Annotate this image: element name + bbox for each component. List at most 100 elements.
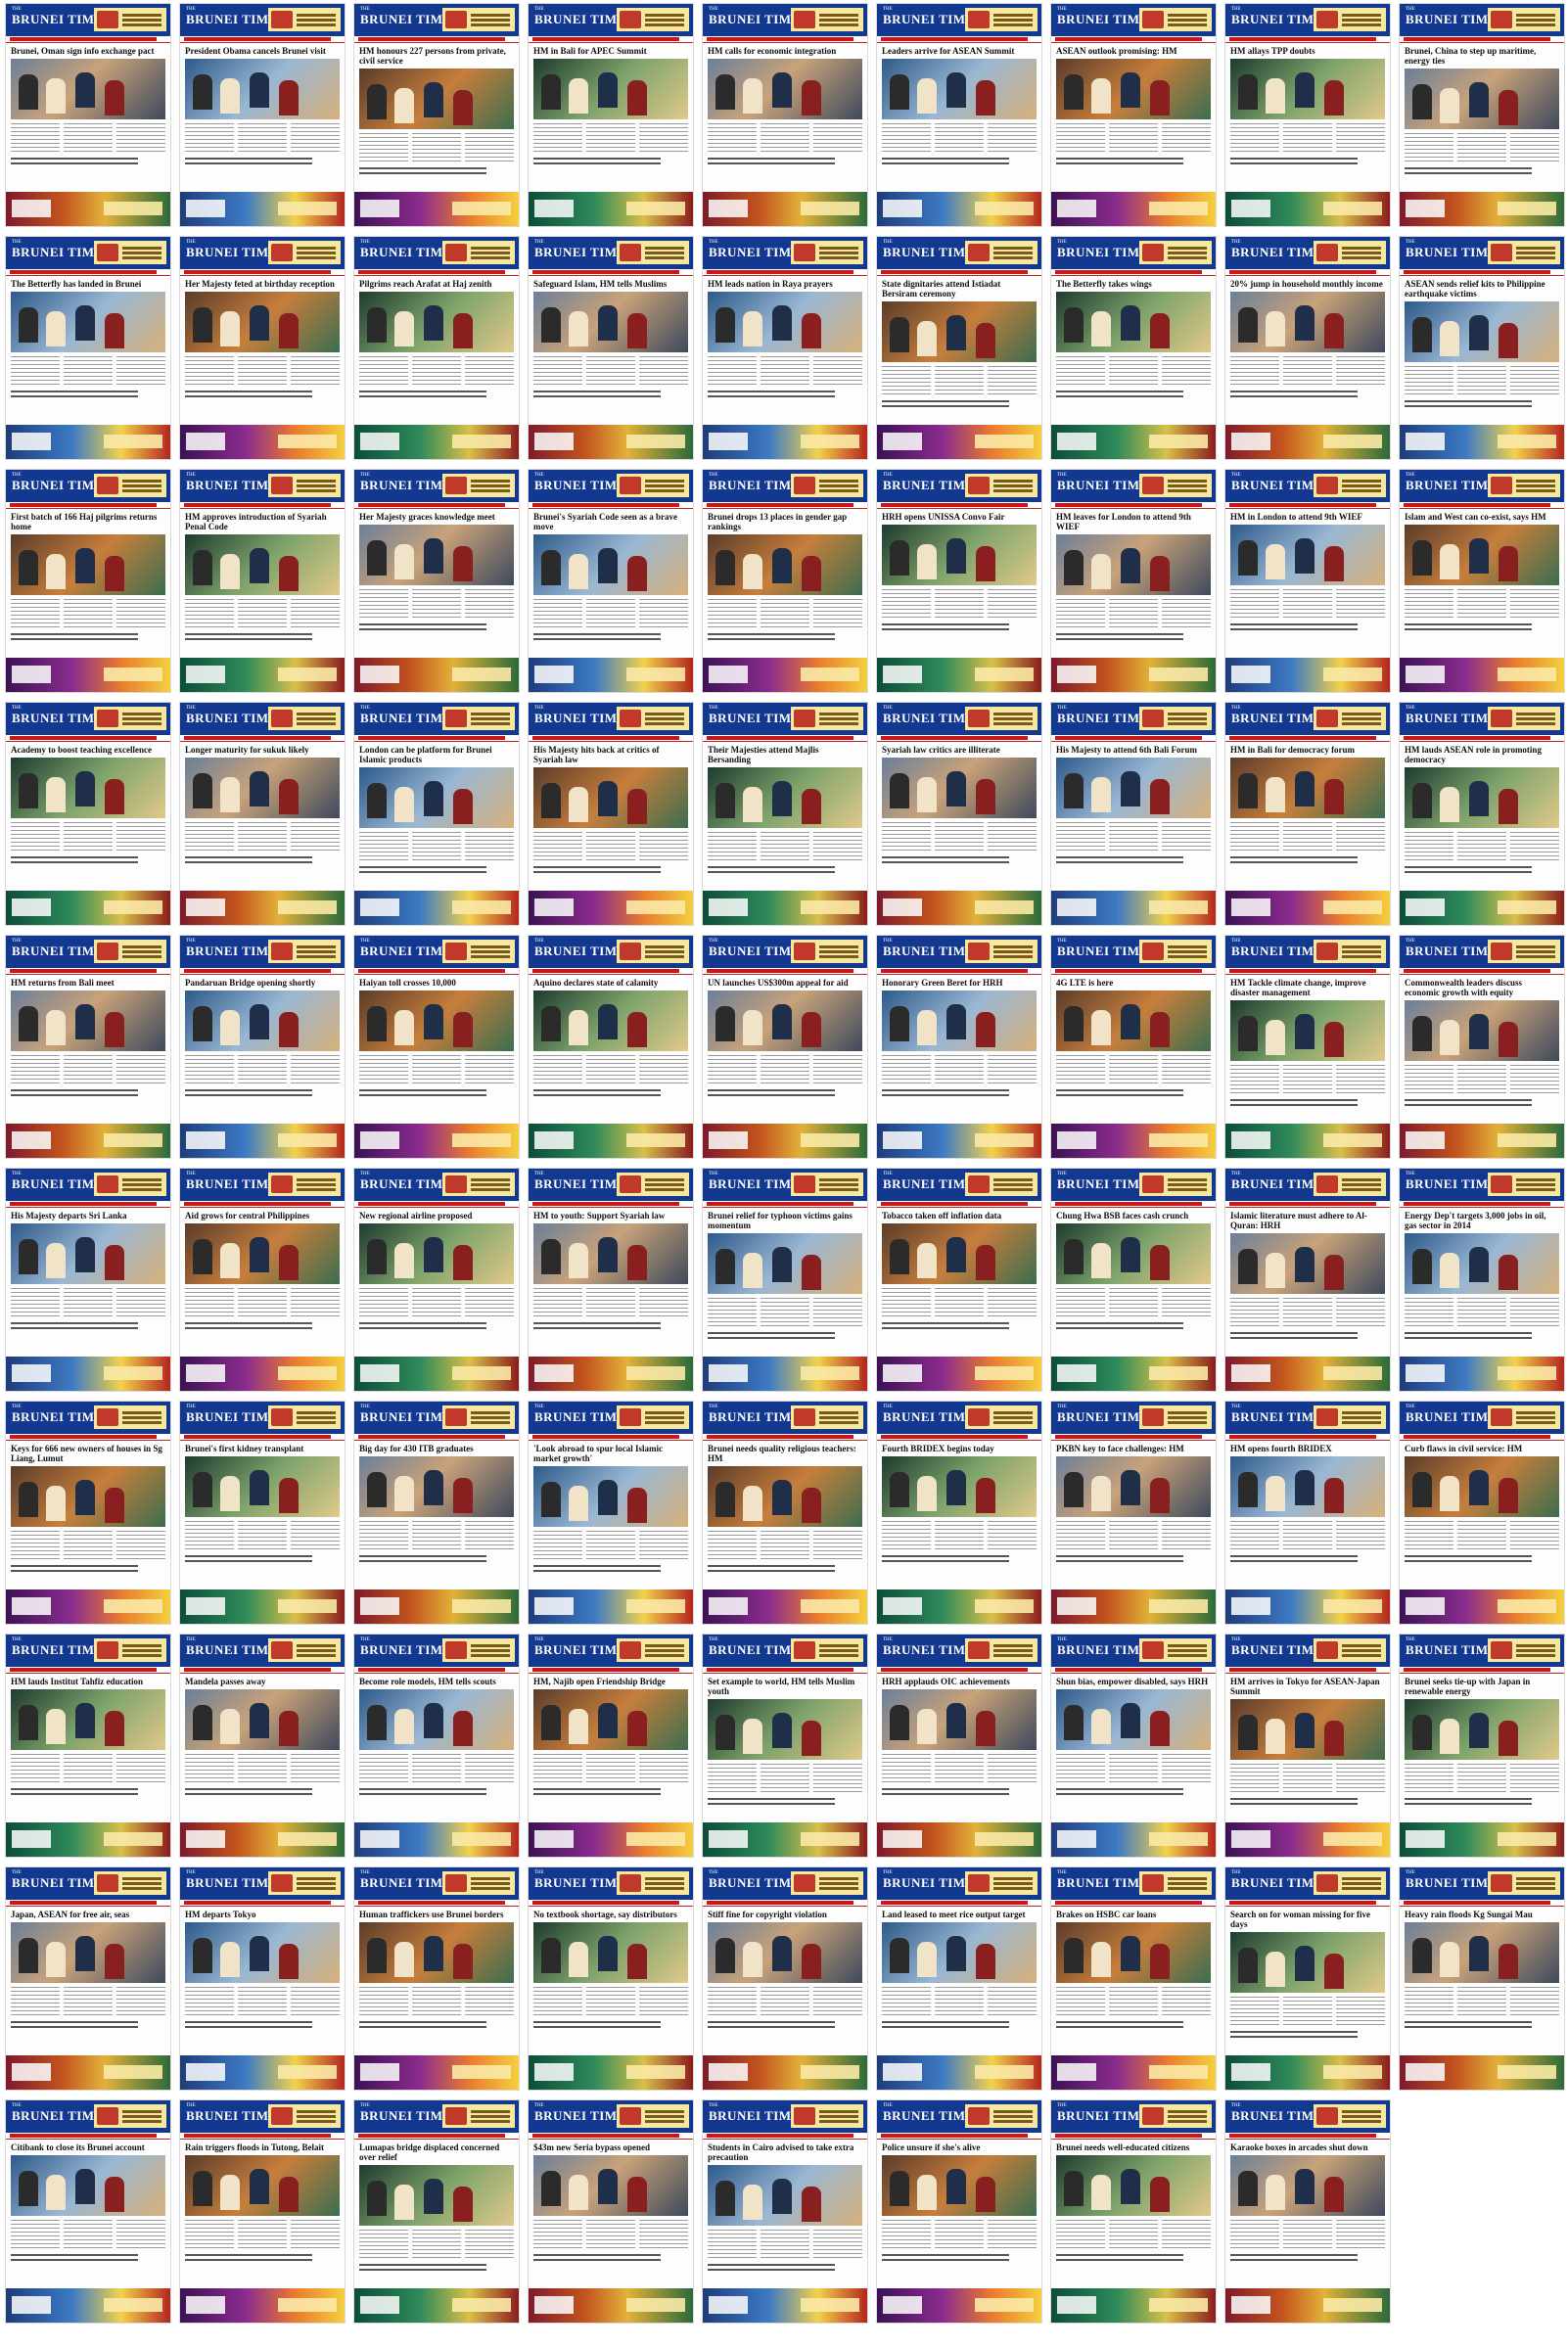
front-page-thumbnail[interactable]: THE BRUNEI TIMES Commonwealth leaders disc…	[1400, 936, 1564, 1158]
front-page-thumbnail[interactable]: THE BRUNEI TIMES President Obama cancels B…	[180, 4, 345, 226]
front-page-thumbnail[interactable]: THE BRUNEI TIMES Brunei's first kidney tra…	[180, 1402, 345, 1624]
front-page-thumbnail[interactable]: THE BRUNEI TIMES HRH opens UNISSA Convo Fa…	[877, 470, 1041, 692]
front-page-thumbnail[interactable]: THE BRUNEI TIMES HM opens fourth BRIDEX	[1225, 1402, 1390, 1624]
front-page-thumbnail[interactable]: THE BRUNEI TIMES Brunei needs well-educate…	[1051, 2100, 1216, 2323]
front-page-thumbnail[interactable]: THE BRUNEI TIMES Brunei's Syariah Code see…	[529, 470, 693, 692]
front-page-thumbnail[interactable]: THE BRUNEI TIMES Human traffickers use Bru…	[354, 1867, 519, 2090]
lead-photo	[359, 1223, 514, 1284]
front-page-thumbnail[interactable]: THE BRUNEI TIMES Leaders arrive for ASEAN …	[877, 4, 1041, 226]
front-page-thumbnail[interactable]: THE BRUNEI TIMES Students in Cairo advised…	[703, 2100, 867, 2323]
front-page-thumbnail[interactable]: THE BRUNEI TIMES $43m new Seria bypass ope…	[529, 2100, 693, 2323]
front-page-thumbnail[interactable]: THE BRUNEI TIMES Rain triggers floods in T…	[180, 2100, 345, 2323]
front-page-thumbnail[interactable]: THE BRUNEI TIMES Brunei, China to step up …	[1400, 4, 1564, 226]
front-page-thumbnail[interactable]: THE BRUNEI TIMES HM lauds Institut Tahfiz …	[6, 1635, 170, 1857]
front-page-thumbnail[interactable]: THE BRUNEI TIMES Islamic literature must a…	[1225, 1169, 1390, 1391]
text-columns	[185, 1521, 340, 1552]
front-page-thumbnail[interactable]: THE BRUNEI TIMES State dignitaries attend …	[877, 237, 1041, 459]
front-page-thumbnail[interactable]: THE BRUNEI TIMES New regional airline prop…	[354, 1169, 519, 1391]
front-page-thumbnail[interactable]: THE BRUNEI TIMES Her Majesty feted at birt…	[180, 237, 345, 459]
front-page-thumbnail[interactable]: THE BRUNEI TIMES Pandaruan Bridge opening …	[180, 936, 345, 1158]
front-page-thumbnail[interactable]: THE BRUNEI TIMES HM leaves for London to a…	[1051, 470, 1216, 692]
front-page-thumbnail[interactable]: THE BRUNEI TIMES Syariah law critics are i…	[877, 703, 1041, 925]
front-page-thumbnail[interactable]: THE BRUNEI TIMES HM Tackle climate change,…	[1225, 936, 1390, 1158]
front-page-thumbnail[interactable]: THE BRUNEI TIMES London can be platform fo…	[354, 703, 519, 925]
front-page-thumbnail[interactable]: THE BRUNEI TIMES Chung Hwa BSB faces cash …	[1051, 1169, 1216, 1391]
front-page-thumbnail[interactable]: THE BRUNEI TIMES Brunei drops 13 places in…	[703, 470, 867, 692]
front-page-thumbnail[interactable]: THE BRUNEI TIMES Islam and West can co-exi…	[1400, 470, 1564, 692]
front-page-thumbnail[interactable]: THE BRUNEI TIMES Honorary Green Beret for …	[877, 936, 1041, 1158]
front-page-thumbnail[interactable]: THE BRUNEI TIMES HM in London to attend 9t…	[1225, 470, 1390, 692]
front-page-thumbnail[interactable]: THE BRUNEI TIMES UN launches US$300m appea…	[703, 936, 867, 1158]
front-page-thumbnail[interactable]: THE BRUNEI TIMES Land leased to meet rice …	[877, 1867, 1041, 2090]
front-page-thumbnail[interactable]: THE BRUNEI TIMES Tobacco taken off inflati…	[877, 1169, 1041, 1391]
front-page-thumbnail[interactable]: THE BRUNEI TIMES Keys for 666 new owners o…	[6, 1402, 170, 1624]
front-page-thumbnail[interactable]: THE BRUNEI TIMES PKBN key to face challeng…	[1051, 1402, 1216, 1624]
front-page-thumbnail[interactable]: THE BRUNEI TIMES Longer maturity for sukuk…	[180, 703, 345, 925]
news-ticker-strip	[180, 1434, 345, 1441]
front-page-thumbnail[interactable]: THE BRUNEI TIMES HM, Najib open Friendship…	[529, 1635, 693, 1857]
front-page-thumbnail[interactable]: THE BRUNEI TIMES HM leads nation in Raya p…	[703, 237, 867, 459]
front-page-thumbnail[interactable]: THE BRUNEI TIMES Brunei seeks tie-up with …	[1400, 1635, 1564, 1857]
news-ticker-strip	[529, 1201, 693, 1208]
front-page-thumbnail[interactable]: THE BRUNEI TIMES Aquino declares state of …	[529, 936, 693, 1158]
front-page-thumbnail[interactable]: THE BRUNEI TIMES HM to youth: Support Syar…	[529, 1169, 693, 1391]
secondary-headline-lines	[185, 633, 312, 643]
front-page-thumbnail[interactable]: THE BRUNEI TIMES Curb flaws in civil servi…	[1400, 1402, 1564, 1624]
front-page-thumbnail[interactable]: THE BRUNEI TIMES Brakes on HSBC car loans	[1051, 1867, 1216, 2090]
front-page-thumbnail[interactable]: THE BRUNEI TIMES Aid grows for central Phi…	[180, 1169, 345, 1391]
front-page-thumbnail[interactable]: THE BRUNEI TIMES Brunei relief for typhoon…	[703, 1169, 867, 1391]
front-page-thumbnail[interactable]: THE BRUNEI TIMES HM returns from Bali meet	[6, 936, 170, 1158]
front-page-thumbnail[interactable]: THE BRUNEI TIMES The Betterfly has landed …	[6, 237, 170, 459]
front-page-thumbnail[interactable]: THE BRUNEI TIMES Haiyan toll crosses 10,00…	[354, 936, 519, 1158]
front-page-thumbnail[interactable]: THE BRUNEI TIMES The Betterfly takes wings	[1051, 237, 1216, 459]
front-page-thumbnail[interactable]: THE BRUNEI TIMES Brunei, Oman sign info ex…	[6, 4, 170, 226]
front-page-headline: Keys for 666 new owners of houses in Sg …	[11, 1444, 162, 1463]
front-page-thumbnail[interactable]: THE BRUNEI TIMES HM lauds ASEAN role in pr…	[1400, 703, 1564, 925]
front-page-thumbnail[interactable]: THE BRUNEI TIMES Pilgrims reach Arafat at …	[354, 237, 519, 459]
front-page-thumbnail[interactable]: THE BRUNEI TIMES Big day for 430 ITB gradu…	[354, 1402, 519, 1624]
front-page-thumbnail[interactable]: THE BRUNEI TIMES Fourth BRIDEX begins toda…	[877, 1402, 1041, 1624]
advertisement-banner	[1400, 2055, 1564, 2090]
front-page-thumbnail[interactable]: THE BRUNEI TIMES Energy Dep't targets 3,00…	[1400, 1169, 1564, 1391]
front-page-thumbnail[interactable]: THE BRUNEI TIMES Become role models, HM te…	[354, 1635, 519, 1857]
front-page-thumbnail[interactable]: THE BRUNEI TIMES His Majesty departs Sri L…	[6, 1169, 170, 1391]
front-page-thumbnail[interactable]: THE BRUNEI TIMES 4G LTE is here	[1051, 936, 1216, 1158]
front-page-thumbnail[interactable]: THE BRUNEI TIMES Lumapas bridge displaced …	[354, 2100, 519, 2323]
front-page-thumbnail[interactable]: THE BRUNEI TIMES HM arrives in Tokyo for A…	[1225, 1635, 1390, 1857]
front-page-thumbnail[interactable]: THE BRUNEI TIMES HM in Bali for APEC Summi…	[529, 4, 693, 226]
front-page-thumbnail[interactable]: THE BRUNEI TIMES First batch of 166 Haj pi…	[6, 470, 170, 692]
front-page-thumbnail[interactable]: THE BRUNEI TIMES Police unsure if she's al…	[877, 2100, 1041, 2323]
front-page-thumbnail[interactable]: THE BRUNEI TIMES Stiff fine for copyright …	[703, 1867, 867, 2090]
front-page-thumbnail[interactable]: THE BRUNEI TIMES Japan, ASEAN for free air…	[6, 1867, 170, 2090]
front-page-thumbnail[interactable]: THE BRUNEI TIMES HM honours 227 persons fr…	[354, 4, 519, 226]
front-page-headline: PKBN key to face challenges: HM	[1056, 1444, 1184, 1453]
front-page-thumbnail[interactable]: THE BRUNEI TIMES Academy to boost teaching…	[6, 703, 170, 925]
front-page-thumbnail[interactable]: THE BRUNEI TIMES Brunei needs quality reli…	[703, 1402, 867, 1624]
text-columns	[11, 123, 165, 155]
front-page-thumbnail[interactable]: THE BRUNEI TIMES HM approves introduction …	[180, 470, 345, 692]
advertisement-banner	[6, 658, 170, 692]
news-ticker-strip	[703, 1201, 867, 1208]
front-page-thumbnail[interactable]: THE BRUNEI TIMES Citibank to close its Bru…	[6, 2100, 170, 2323]
front-page-thumbnail[interactable]: THE BRUNEI TIMES ASEAN sends relief kits t…	[1400, 237, 1564, 459]
front-page-thumbnail[interactable]: THE BRUNEI TIMES HM in Bali for democracy …	[1225, 703, 1390, 925]
front-page-thumbnail[interactable]: THE BRUNEI TIMES Safeguard Islam, HM tells…	[529, 237, 693, 459]
front-page-thumbnail[interactable]: THE BRUNEI TIMES Shun bias, empower disabl…	[1051, 1635, 1216, 1857]
front-page-thumbnail[interactable]: THE BRUNEI TIMES 'Look abroad to spur loca…	[529, 1402, 693, 1624]
front-page-thumbnail[interactable]: THE BRUNEI TIMES Karaoke boxes in arcades …	[1225, 2100, 1390, 2323]
front-page-thumbnail[interactable]: THE BRUNEI TIMES No textbook shortage, say…	[529, 1867, 693, 2090]
front-page-thumbnail[interactable]: THE BRUNEI TIMES Heavy rain floods Kg Sung…	[1400, 1867, 1564, 2090]
front-page-thumbnail[interactable]: THE BRUNEI TIMES Their Majesties attend Ma…	[703, 703, 867, 925]
front-page-thumbnail[interactable]: THE BRUNEI TIMES Set example to world, HM …	[703, 1635, 867, 1857]
front-page-thumbnail[interactable]: THE BRUNEI TIMES HM calls for economic int…	[703, 4, 867, 226]
front-page-thumbnail[interactable]: THE BRUNEI TIMES His Majesty to attend 6th…	[1051, 703, 1216, 925]
front-page-thumbnail[interactable]: THE BRUNEI TIMES Mandela passes away	[180, 1635, 345, 1857]
front-page-thumbnail[interactable]: THE BRUNEI TIMES His Majesty hits back at …	[529, 703, 693, 925]
front-page-thumbnail[interactable]: THE BRUNEI TIMES Her Majesty graces knowle…	[354, 470, 519, 692]
front-page-thumbnail[interactable]: THE BRUNEI TIMES 20% jump in household mon…	[1225, 237, 1390, 459]
front-page-thumbnail[interactable]: THE BRUNEI TIMES HM allays TPP doubts	[1225, 4, 1390, 226]
front-page-thumbnail[interactable]: THE BRUNEI TIMES HRH applauds OIC achievem…	[877, 1635, 1041, 1857]
front-page-thumbnail[interactable]: THE BRUNEI TIMES HM departs Tokyo	[180, 1867, 345, 2090]
front-page-thumbnail[interactable]: THE BRUNEI TIMES Search on for woman missi…	[1225, 1867, 1390, 2090]
front-page-thumbnail[interactable]: THE BRUNEI TIMES ASEAN outlook promising: …	[1051, 4, 1216, 226]
